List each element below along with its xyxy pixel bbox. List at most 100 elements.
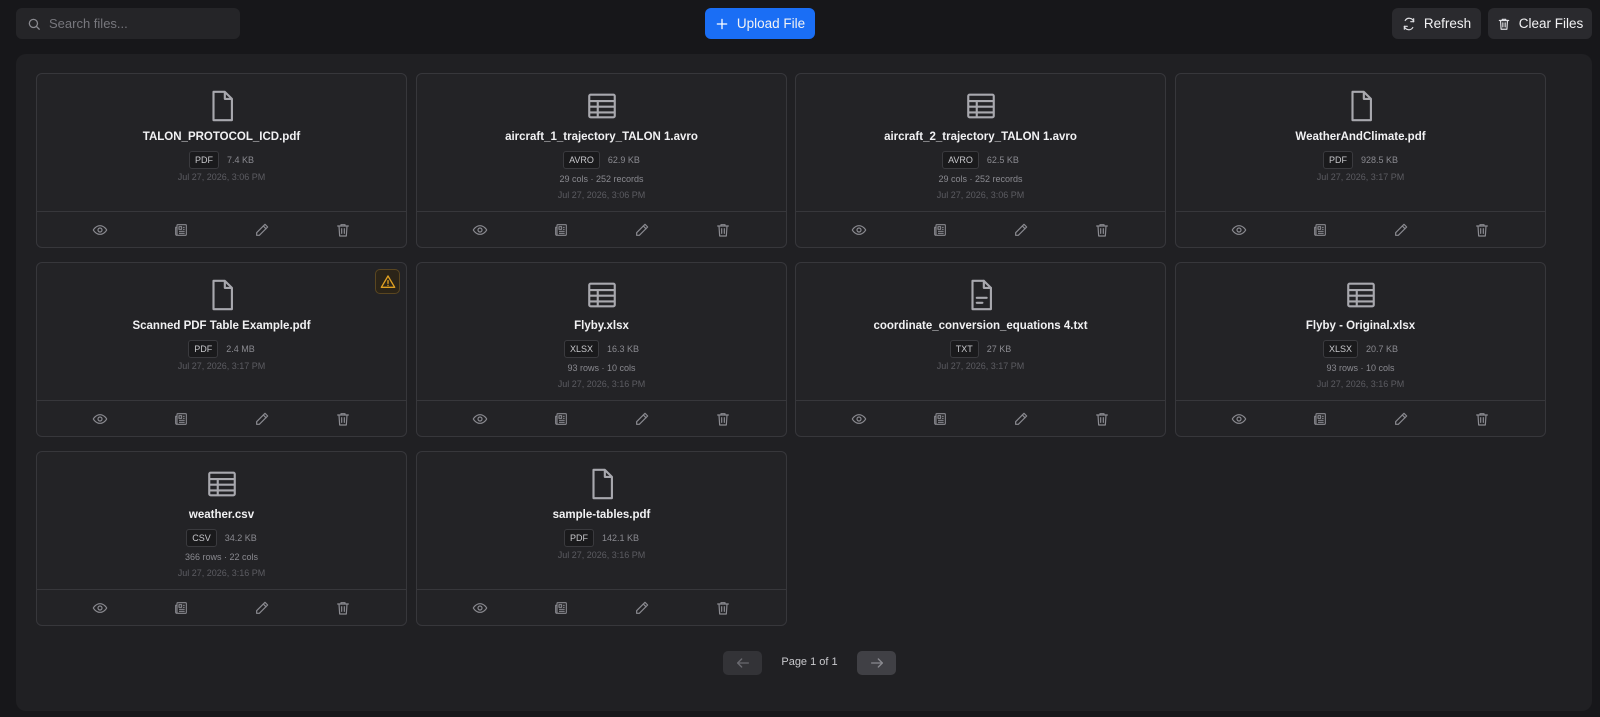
file-date: Jul 27, 2026, 3:16 PM: [557, 379, 646, 389]
extract-icon[interactable]: [172, 221, 190, 239]
file-info: 366 rows · 22 cols: [184, 552, 259, 562]
edit-icon[interactable]: [1392, 221, 1410, 239]
file-size: 34.2 KB: [224, 533, 257, 543]
edit-icon[interactable]: [1012, 410, 1030, 428]
clear-files-button[interactable]: Clear Files: [1488, 8, 1592, 39]
view-icon[interactable]: [1230, 410, 1248, 428]
view-icon[interactable]: [91, 221, 109, 239]
delete-icon[interactable]: [334, 410, 352, 428]
edit-icon[interactable]: [1012, 221, 1030, 239]
file-info: 93 rows · 10 cols: [567, 363, 636, 373]
file-card-body[interactable]: weather.csv CSV 34.2 KB 366 rows · 22 cols J…: [37, 452, 406, 591]
file-type-badge: AVRO: [942, 151, 979, 169]
search-box[interactable]: [16, 8, 240, 39]
extract-icon[interactable]: [172, 599, 190, 617]
file-name: coordinate_conversion_equations 4.txt: [873, 320, 1088, 332]
delete-icon[interactable]: [334, 221, 352, 239]
file-info: 29 cols · 252 records: [938, 174, 1023, 184]
previous-page-button[interactable]: [723, 651, 762, 675]
page-indicator: Page 1 of 1: [781, 656, 838, 668]
delete-icon[interactable]: [1473, 410, 1491, 428]
table-icon: [1344, 278, 1378, 312]
file-name: Flyby.xlsx: [574, 320, 629, 332]
edit-icon[interactable]: [253, 221, 271, 239]
table-icon: [585, 278, 619, 312]
edit-icon[interactable]: [633, 221, 651, 239]
file-type-badge: PDF: [563, 529, 594, 547]
file-card[interactable]: TALON_PROTOCOL_ICD.pdf PDF 7.4 KB Jul 27, 2…: [36, 73, 407, 248]
file-date: Jul 27, 2026, 3:16 PM: [177, 568, 266, 578]
file-card[interactable]: Flyby - Original.xlsx XLSX 20.7 KB 93 rows …: [1175, 262, 1546, 437]
file-card-body[interactable]: Flyby.xlsx XLSX 16.3 KB 93 rows · 10 cols Ju…: [417, 263, 786, 402]
file-actions: [37, 589, 406, 625]
view-icon[interactable]: [471, 221, 489, 239]
file-meta: XLSX 16.3 KB: [417, 340, 786, 358]
file-card-body[interactable]: Scanned PDF Table Example.pdf PDF 2.4 MB Ju…: [37, 263, 406, 402]
delete-icon[interactable]: [1093, 410, 1111, 428]
extract-icon[interactable]: [172, 410, 190, 428]
file-card-body[interactable]: coordinate_conversion_equations 4.txt TXT…: [796, 263, 1165, 402]
file-card-body[interactable]: WeatherAndClimate.pdf PDF 928.5 KB Jul 27, …: [1176, 74, 1545, 213]
file-card-body[interactable]: TALON_PROTOCOL_ICD.pdf PDF 7.4 KB Jul 27, 2…: [37, 74, 406, 213]
file-card[interactable]: aircraft_1_trajectory_TALON 1.avro AVRO 62…: [416, 73, 787, 248]
view-icon[interactable]: [471, 599, 489, 617]
file-card[interactable]: WeatherAndClimate.pdf PDF 928.5 KB Jul 27, …: [1175, 73, 1546, 248]
extract-icon[interactable]: [552, 221, 570, 239]
file-card-body[interactable]: aircraft_1_trajectory_TALON 1.avro AVRO 62…: [417, 74, 786, 213]
view-icon[interactable]: [91, 410, 109, 428]
file-size: 20.7 KB: [1365, 344, 1399, 354]
file-meta: PDF 2.4 MB: [37, 340, 406, 358]
search-input[interactable]: [49, 16, 229, 31]
file-meta: XLSX 20.7 KB: [1176, 340, 1545, 358]
edit-icon[interactable]: [633, 410, 651, 428]
file-card[interactable]: Scanned PDF Table Example.pdf PDF 2.4 MB Ju…: [36, 262, 407, 437]
edit-icon[interactable]: [1392, 410, 1410, 428]
arrow-right-icon: [870, 658, 883, 668]
file-card[interactable]: Flyby.xlsx XLSX 16.3 KB 93 rows · 10 cols Ju…: [416, 262, 787, 437]
file-card[interactable]: coordinate_conversion_equations 4.txt TXT…: [795, 262, 1166, 437]
edit-icon[interactable]: [253, 410, 271, 428]
delete-icon[interactable]: [1473, 221, 1491, 239]
extract-icon[interactable]: [552, 599, 570, 617]
file-date: Jul 27, 2026, 3:16 PM: [557, 550, 646, 560]
upload-file-button[interactable]: Upload File: [705, 8, 815, 39]
edit-icon[interactable]: [253, 599, 271, 617]
file-card-body[interactable]: Flyby - Original.xlsx XLSX 20.7 KB 93 rows …: [1176, 263, 1545, 402]
file-size: 16.3 KB: [606, 344, 640, 354]
extract-icon[interactable]: [931, 221, 949, 239]
file-date: Jul 27, 2026, 3:16 PM: [1316, 379, 1405, 389]
delete-icon[interactable]: [714, 221, 732, 239]
file-card[interactable]: sample-tables.pdf PDF 142.1 KB Jul 27, 2026…: [416, 451, 787, 626]
file-size: 62.5 KB: [986, 155, 1019, 165]
file-card[interactable]: aircraft_2_trajectory_TALON 1.avro AVRO 62…: [795, 73, 1166, 248]
delete-icon[interactable]: [714, 410, 732, 428]
view-icon[interactable]: [91, 599, 109, 617]
edit-icon[interactable]: [633, 599, 651, 617]
file-size: 928.5 KB: [1360, 155, 1399, 165]
file-card-body[interactable]: aircraft_2_trajectory_TALON 1.avro AVRO 62…: [796, 74, 1165, 213]
view-icon[interactable]: [1230, 221, 1248, 239]
extract-icon[interactable]: [1311, 221, 1329, 239]
view-icon[interactable]: [850, 410, 868, 428]
extract-icon[interactable]: [1311, 410, 1329, 428]
warning-icon[interactable]: [375, 269, 400, 294]
search-icon: [28, 18, 40, 30]
extract-icon[interactable]: [552, 410, 570, 428]
file-meta: PDF 7.4 KB: [37, 151, 406, 169]
delete-icon[interactable]: [334, 599, 352, 617]
next-page-button[interactable]: [857, 651, 896, 675]
document-icon: [585, 467, 619, 501]
file-name: Scanned PDF Table Example.pdf: [132, 320, 311, 332]
file-card[interactable]: weather.csv CSV 34.2 KB 366 rows · 22 cols J…: [36, 451, 407, 626]
extract-icon[interactable]: [931, 410, 949, 428]
file-date: Jul 27, 2026, 3:17 PM: [177, 361, 266, 371]
file-info: 93 rows · 10 cols: [1326, 363, 1395, 373]
delete-icon[interactable]: [1093, 221, 1111, 239]
pagination: Page 1 of 1: [723, 651, 896, 675]
view-icon[interactable]: [850, 221, 868, 239]
file-size: 7.4 KB: [226, 155, 255, 165]
file-card-body[interactable]: sample-tables.pdf PDF 142.1 KB Jul 27, 2026…: [417, 452, 786, 591]
refresh-button[interactable]: Refresh: [1392, 8, 1481, 39]
view-icon[interactable]: [471, 410, 489, 428]
delete-icon[interactable]: [714, 599, 732, 617]
